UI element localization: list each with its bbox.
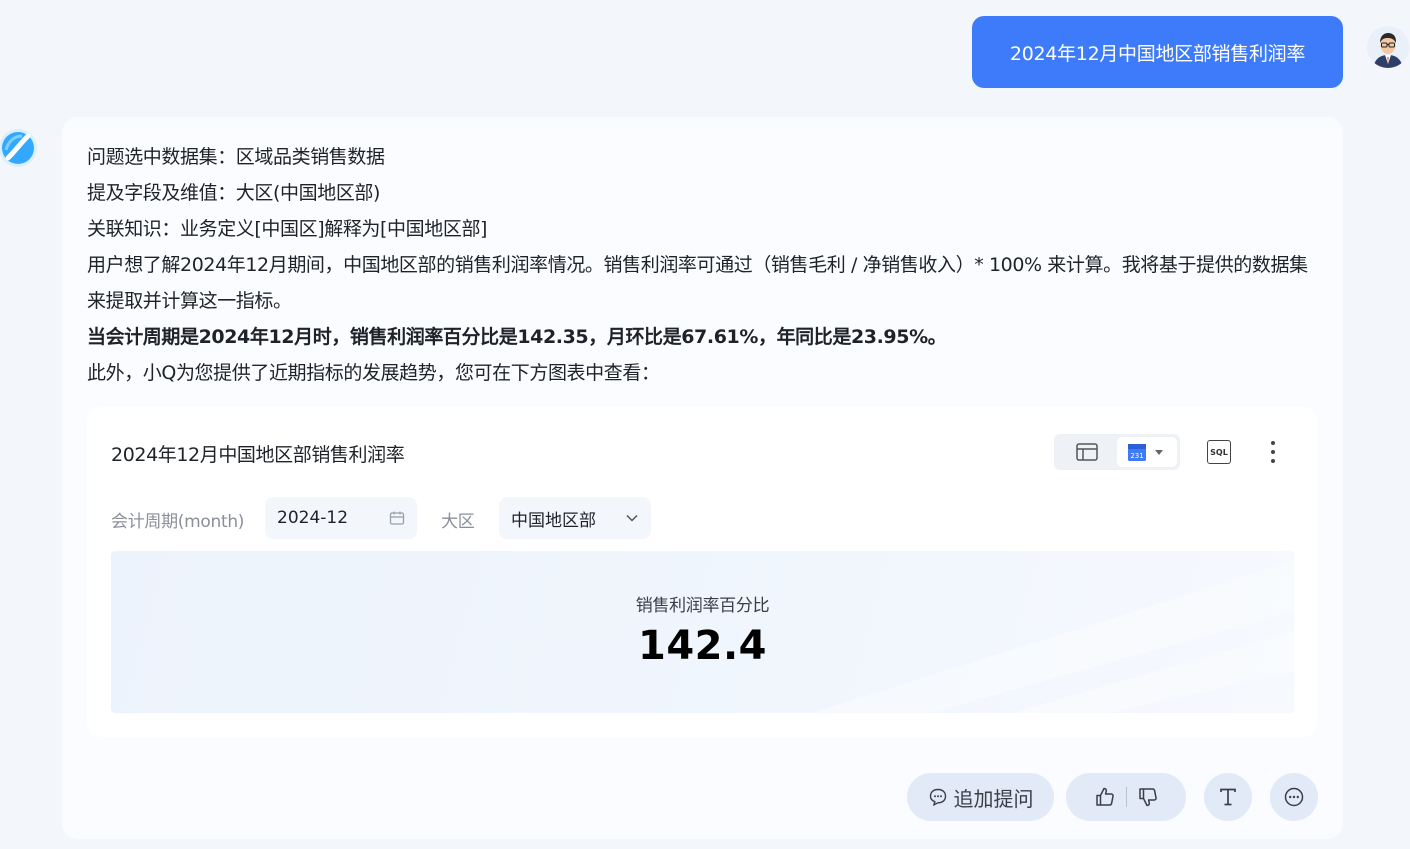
- text-format-button[interactable]: [1204, 773, 1252, 821]
- text-icon: [1217, 786, 1239, 808]
- chat-bubble-icon: [928, 787, 948, 807]
- card-view-button[interactable]: 231: [1117, 437, 1177, 467]
- more-vertical-icon: [1271, 441, 1275, 445]
- calendar-card-day: 231: [1130, 452, 1143, 460]
- chevron-down-icon: [625, 511, 639, 525]
- answer-text: 问题选中数据集：区域品类销售数据 提及字段及维值：大区(中国地区部) 关联知识：…: [87, 139, 1317, 391]
- answer-line-dataset: 问题选中数据集：区域品类销售数据: [87, 146, 385, 168]
- more-horizontal-icon: [1283, 786, 1305, 808]
- bot-logo-icon: [0, 128, 38, 168]
- answer-card: 问题选中数据集：区域品类销售数据 提及字段及维值：大区(中国地区部) 关联知识：…: [62, 117, 1343, 839]
- calendar-icon: [389, 510, 405, 526]
- kpi-label: 销售利润率百分比: [635, 596, 770, 616]
- user-message-bubble: 2024年12月中国地区部销售利润率: [972, 16, 1343, 88]
- kpi-panel: 销售利润率百分比 142.4: [111, 551, 1294, 713]
- answer-line-knowledge: 关联知识：业务定义[中国区]解释为[中国地区部]: [87, 218, 488, 240]
- sql-button[interactable]: SQL: [1207, 440, 1231, 464]
- feedback-buttons: [1066, 773, 1186, 821]
- chart-card: 2024年12月中国地区部销售利润率 231 SQL 会计周期(month) 2…: [87, 407, 1317, 737]
- region-value: 中国地区部: [511, 510, 596, 531]
- period-date-picker[interactable]: 2024-12: [265, 497, 417, 539]
- followup-label: 追加提问: [953, 786, 1034, 811]
- kpi-value: 142.4: [637, 623, 768, 669]
- chart-title: 2024年12月中国地区部销售利润率: [111, 444, 405, 466]
- user-message-text: 2024年12月中国地区部销售利润率: [1009, 42, 1306, 65]
- calendar-card-icon: 231: [1127, 442, 1167, 462]
- more-actions-button[interactable]: [1270, 773, 1318, 821]
- sql-icon: SQL: [1210, 447, 1228, 457]
- followup-button[interactable]: 追加提问: [907, 773, 1054, 821]
- region-select[interactable]: 中国地区部: [499, 497, 651, 539]
- user-avatar: [1367, 26, 1409, 68]
- answer-closing: 此外，小Q为您提供了近期指标的发展趋势，您可在下方图表中查看：: [87, 362, 660, 384]
- view-switch: 231: [1054, 434, 1180, 470]
- answer-highlight: 当会计周期是2024年12月时，销售利润率百分比是142.35，月环比是67.6…: [87, 326, 947, 348]
- thumbs-up-icon[interactable]: [1094, 786, 1116, 808]
- period-value: 2024-12: [277, 508, 349, 528]
- thumbs-down-icon[interactable]: [1137, 786, 1159, 808]
- table-view-button[interactable]: [1057, 437, 1117, 467]
- chart-more-button[interactable]: [1263, 439, 1283, 465]
- region-filter-label: 大区: [441, 512, 475, 532]
- table-icon: [1076, 443, 1098, 461]
- answer-line-fields: 提及字段及维值：大区(中国地区部): [87, 182, 381, 204]
- answer-line-explanation: 用户想了解2024年12月期间，中国地区部的销售利润率情况。销售利润率可通过（销…: [87, 254, 1308, 312]
- period-filter-label: 会计周期(month): [111, 512, 245, 532]
